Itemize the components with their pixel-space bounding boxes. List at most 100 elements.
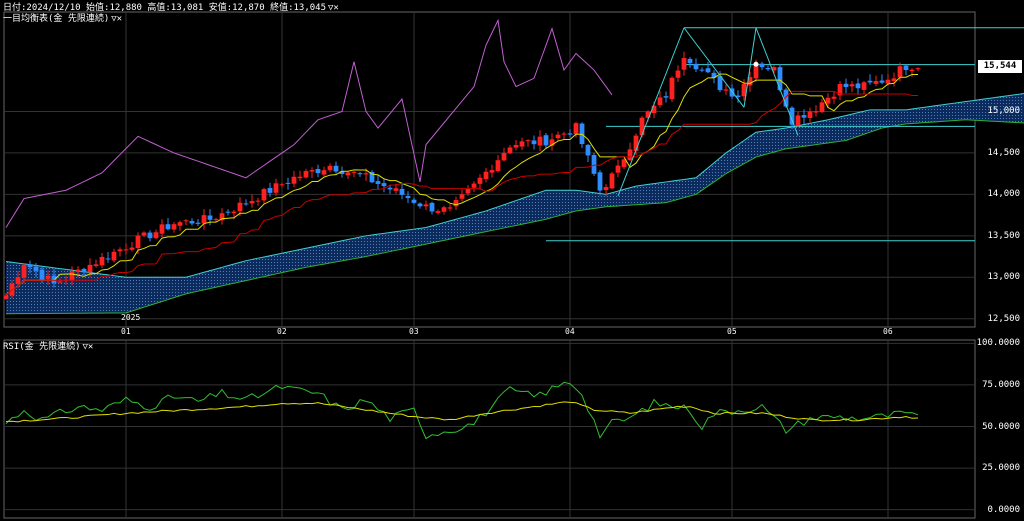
candle (597, 172, 603, 191)
candle (879, 80, 885, 83)
main-y-tick-label: 13,000 (987, 272, 1020, 283)
candle (237, 202, 243, 212)
candle (267, 188, 273, 193)
candle (87, 264, 93, 273)
candle (897, 66, 903, 78)
candle (15, 277, 21, 284)
x-tick-label: 01 (121, 327, 131, 336)
candle (885, 79, 891, 84)
main-indicator-title: 一目均衡表(金 先限連続) (3, 14, 110, 24)
candle (831, 96, 837, 99)
candle (417, 203, 423, 207)
main-indicator-controls[interactable]: ▽✕ (111, 14, 122, 24)
candle (543, 135, 549, 146)
candle (573, 123, 579, 135)
candle (105, 258, 111, 260)
candle (555, 134, 561, 139)
candle (399, 188, 405, 195)
candle (705, 68, 711, 73)
candle (195, 222, 201, 224)
main-y-tick-label: 14,500 (987, 147, 1020, 158)
candle (903, 65, 909, 71)
candle (441, 207, 447, 212)
header-controls[interactable]: ▽✕ (328, 3, 339, 13)
candle (255, 200, 261, 202)
candle (723, 89, 729, 91)
year-marker: 2025 (121, 313, 140, 322)
candle (567, 133, 573, 135)
main-y-tick-label: 15,000 (987, 106, 1020, 117)
candle (129, 247, 135, 250)
candle (45, 275, 51, 279)
candle (123, 249, 129, 251)
candle (447, 207, 453, 209)
candle (915, 68, 921, 70)
x-tick-label: 02 (277, 327, 287, 336)
candle (465, 188, 471, 194)
rsi-controls[interactable]: ▽✕ (83, 342, 94, 352)
candle (153, 232, 159, 239)
main-y-tick-label: 12,500 (987, 313, 1020, 324)
candle (681, 58, 687, 70)
candle (849, 84, 855, 87)
candle (189, 221, 195, 224)
candle (393, 188, 399, 191)
rsi-y-tick-label: 100.0000 (976, 338, 1020, 349)
candle (819, 102, 825, 113)
main-y-tick-label: 13,500 (987, 230, 1020, 241)
candle (657, 97, 663, 106)
candle (591, 155, 597, 174)
candle (675, 70, 681, 78)
candle (495, 160, 501, 172)
candle (99, 256, 105, 266)
x-tick-label: 06 (883, 327, 893, 336)
candle (459, 194, 465, 199)
candle (21, 264, 27, 278)
candle (759, 63, 765, 68)
candle (273, 183, 279, 193)
candle (405, 196, 411, 199)
trend-marker (753, 61, 759, 67)
tenkan-sen (5, 73, 918, 296)
candle (693, 63, 699, 70)
candle (27, 264, 33, 268)
candle (435, 211, 441, 213)
rsi-y-tick-label: 75.0000 (982, 379, 1020, 390)
candle (699, 69, 705, 71)
candle (471, 183, 477, 188)
candle (891, 78, 897, 81)
ohlc-text: 日付:2024/12/10 始值:12,880 高值:13,081 安值:12,… (3, 3, 326, 13)
candle (609, 173, 615, 189)
candle (807, 111, 813, 118)
candle (453, 200, 459, 207)
ichimoku-cloud (6, 93, 1024, 314)
candle (411, 199, 417, 203)
candle (183, 220, 189, 222)
candle (627, 149, 633, 161)
candle (249, 201, 255, 204)
x-tick-label: 04 (565, 327, 575, 336)
candle (861, 82, 867, 90)
candle (669, 77, 675, 100)
candle (387, 187, 393, 190)
candle (261, 189, 267, 201)
main-indicator-header: 一目均衡表(金 先限連続) ▽✕ (3, 14, 122, 24)
candle (333, 165, 339, 172)
ichimoku-chart[interactable]: 01 02 03 04 05 06 2025 (0, 0, 1024, 521)
candle (663, 96, 669, 98)
candle (111, 251, 117, 261)
candle (213, 219, 219, 221)
x-tick-label: 03 (409, 327, 419, 336)
candle (207, 215, 213, 220)
candle (297, 176, 303, 179)
candle (309, 170, 315, 172)
candle (117, 249, 123, 252)
candle (873, 81, 879, 84)
chikou-span (5, 18, 613, 228)
candle (777, 67, 783, 91)
candle (585, 144, 591, 156)
candle (561, 133, 567, 135)
trendline (755, 27, 799, 136)
candle (315, 169, 321, 174)
candle (603, 187, 609, 191)
